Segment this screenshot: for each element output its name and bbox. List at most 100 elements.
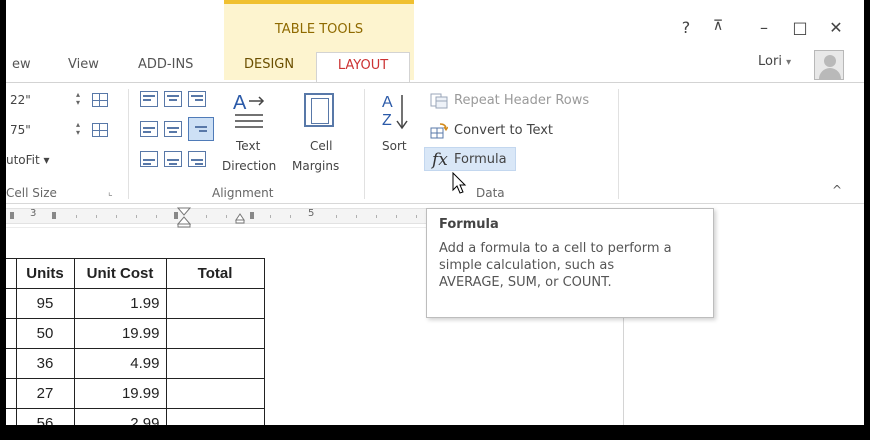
table-cell-cropped[interactable]	[6, 348, 17, 379]
data-group-label: Data	[476, 186, 505, 200]
ribbon-layout: 22" ▴ ▾ 75" ▴ ▾ utoFit ▾ Cell Size ⌞ A Tex…	[6, 82, 864, 204]
table-cell-cropped[interactable]	[6, 318, 17, 349]
units-cell[interactable]: 95	[15, 288, 75, 319]
maximize-button[interactable]: □	[790, 18, 810, 37]
convert-to-text-button[interactable]: Convert to Text	[454, 123, 553, 138]
table-row: 95 1.99	[6, 288, 265, 319]
total-cell[interactable]	[165, 378, 265, 409]
align-top-right-icon[interactable]	[188, 91, 206, 107]
units-cell[interactable]: 36	[15, 348, 75, 379]
distribute-columns-icon[interactable]	[92, 123, 108, 137]
svg-text:A: A	[382, 94, 393, 111]
column-marker[interactable]	[10, 212, 14, 219]
ruler-number: 5	[308, 208, 315, 219]
collapse-ribbon-icon[interactable]: ^	[832, 183, 842, 197]
total-cell[interactable]	[165, 408, 265, 425]
units-cell[interactable]: 56	[15, 408, 75, 425]
cell-width-input[interactable]: 75"	[10, 123, 31, 137]
indent-marker-icon[interactable]	[176, 206, 192, 228]
autofit-button[interactable]: utoFit ▾	[6, 153, 50, 167]
column-marker[interactable]	[52, 212, 56, 219]
avatar-head	[824, 55, 836, 67]
align-bottom-center-icon[interactable]	[164, 151, 182, 167]
align-top-left-icon[interactable]	[140, 91, 158, 107]
align-center-left-icon[interactable]	[140, 121, 158, 137]
repeat-header-rows-button[interactable]: Repeat Header Rows	[454, 93, 589, 108]
unit-cost-cell[interactable]: 19.99	[73, 318, 167, 349]
data-table[interactable]: Units Unit Cost Total 95 1.99 50 19.99 3…	[6, 258, 265, 425]
repeat-header-rows-icon	[430, 93, 448, 109]
header-units[interactable]: Units	[15, 258, 75, 289]
ruler-tick	[96, 215, 97, 218]
contextual-accent-line	[224, 0, 414, 4]
convert-to-text-icon	[430, 123, 448, 139]
title-bar: TABLE TOOLS ew View ADD-INS DESIGN LAYOU…	[6, 0, 864, 82]
tooltip-title: Formula	[439, 217, 499, 232]
text-direction-icon[interactable]: A	[231, 91, 265, 131]
align-bottom-left-icon[interactable]	[140, 151, 158, 167]
table-row: 36 4.99	[6, 348, 265, 379]
table-tools-label: TABLE TOOLS	[274, 22, 364, 37]
text-direction-label-2[interactable]: Direction	[222, 159, 276, 173]
svg-text:A: A	[233, 92, 247, 114]
tab-review[interactable]: ew	[6, 52, 37, 82]
ribbon-display-options-button[interactable]: ⊼	[708, 18, 728, 34]
cell-margins-label-2[interactable]: Margins	[292, 159, 339, 173]
unit-cost-cell[interactable]: 2.99	[73, 408, 167, 425]
unit-cost-cell[interactable]: 19.99	[73, 378, 167, 409]
unit-cost-cell[interactable]: 4.99	[73, 348, 167, 379]
height-spinner-icon[interactable]: ▴ ▾	[76, 91, 84, 107]
align-center-right-icon[interactable]	[188, 117, 214, 141]
cell-size-group-label: Cell Size	[6, 186, 57, 200]
text-direction-label-1[interactable]: Text	[236, 139, 260, 153]
tab-add-ins[interactable]: ADD-INS	[132, 52, 199, 82]
cell-margins-icon[interactable]	[304, 93, 334, 127]
tooltip-body: Add a formula to a cell to perform a sim…	[439, 240, 701, 291]
table-cell-cropped[interactable]	[6, 288, 17, 319]
tab-view[interactable]: View	[62, 52, 105, 82]
fx-formula-icon: fx	[432, 150, 448, 170]
group-separator	[618, 89, 619, 199]
align-center-icon[interactable]	[164, 121, 182, 137]
sort-icon[interactable]: A Z	[380, 91, 412, 133]
close-button[interactable]: ✕	[826, 18, 846, 37]
unit-cost-cell[interactable]: 1.99	[73, 288, 167, 319]
ruler-tick	[396, 215, 397, 218]
width-spinner-icon[interactable]: ▴ ▾	[76, 121, 84, 137]
table-cell-cropped[interactable]	[6, 258, 17, 289]
distribute-rows-icon[interactable]	[92, 93, 108, 107]
cell-margins-label-1[interactable]: Cell	[310, 139, 332, 153]
ruler-number: 3	[30, 208, 37, 219]
formula-label[interactable]: Formula	[454, 152, 507, 167]
chevron-down-icon: ▾	[786, 57, 792, 68]
total-cell[interactable]	[165, 288, 265, 319]
column-marker[interactable]	[250, 212, 254, 219]
total-cell[interactable]	[165, 318, 265, 349]
cell-height-input[interactable]: 22"	[10, 93, 31, 107]
help-button[interactable]: ?	[676, 18, 696, 37]
units-cell[interactable]: 27	[15, 378, 75, 409]
tab-design[interactable]: DESIGN	[238, 52, 300, 82]
minimize-button[interactable]: –	[754, 18, 774, 37]
table-row: 27 19.99	[6, 378, 265, 409]
user-account-menu[interactable]: Lori ▾	[758, 54, 791, 69]
table-cell-cropped[interactable]	[6, 408, 17, 425]
right-indent-icon[interactable]	[234, 208, 246, 224]
sort-label[interactable]: Sort	[382, 139, 407, 153]
ruler-tick	[416, 215, 417, 218]
tab-layout[interactable]: LAYOUT	[316, 52, 410, 82]
word-window: TABLE TOOLS ew View ADD-INS DESIGN LAYOU…	[6, 0, 864, 425]
align-bottom-right-icon[interactable]	[188, 151, 206, 167]
units-cell[interactable]: 50	[15, 318, 75, 349]
total-cell[interactable]	[165, 348, 265, 379]
dialog-launcher-icon[interactable]: ⌞	[108, 187, 113, 198]
header-unit-cost[interactable]: Unit Cost	[73, 258, 167, 289]
avatar[interactable]	[814, 50, 844, 80]
alignment-group-label: Alignment	[212, 186, 274, 200]
table-cell-cropped[interactable]	[6, 378, 17, 409]
align-top-center-icon[interactable]	[164, 91, 182, 107]
ruler-tick	[376, 215, 377, 218]
ruler-tick	[76, 215, 77, 218]
header-total[interactable]: Total	[165, 258, 265, 289]
group-separator	[128, 89, 129, 199]
